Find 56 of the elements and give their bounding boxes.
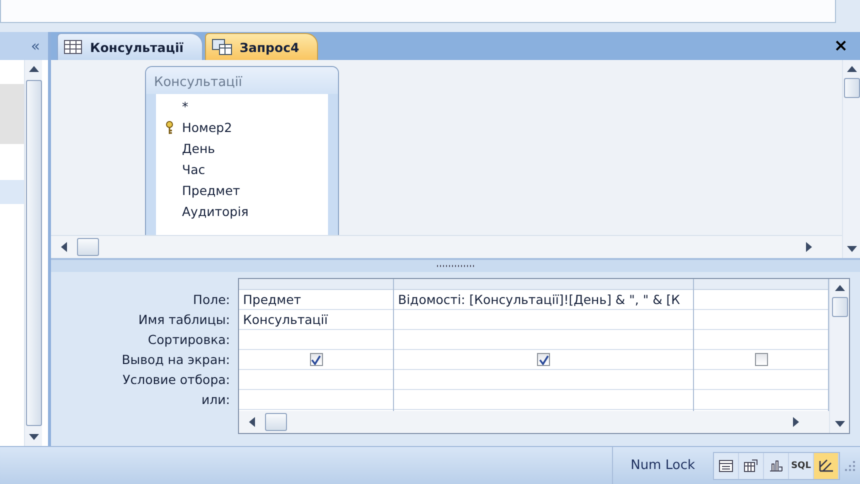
scroll-thumb[interactable] <box>265 413 287 431</box>
column-selector[interactable] <box>694 279 828 290</box>
scroll-down-icon[interactable] <box>846 246 856 252</box>
field-name[interactable]: Предмет <box>182 183 240 198</box>
scroll-thumb[interactable] <box>77 238 99 256</box>
pivot-table-icon <box>744 459 758 472</box>
grid-cell[interactable]: Відомості: [Консультації]![День] & ", " & [К <box>394 290 693 310</box>
row-label: Сортировка: <box>146 331 230 349</box>
resize-grip-icon[interactable] <box>844 460 856 472</box>
design-icon <box>818 459 834 472</box>
scroll-left-icon[interactable] <box>249 417 255 427</box>
vertical-scrollbar[interactable] <box>829 279 849 433</box>
scroll-up-icon[interactable] <box>846 66 856 72</box>
scroll-up-icon[interactable] <box>28 66 38 72</box>
document-tab[interactable]: Консультації <box>57 33 203 60</box>
scroll-right-icon[interactable] <box>793 417 799 427</box>
scroll-up-icon[interactable] <box>834 285 844 291</box>
field-list-window[interactable]: Консультації * Номер2 День Час Предмет Аудиторія <box>145 66 339 235</box>
row-label: Вывод на экран: <box>120 351 230 369</box>
scroll-right-icon[interactable] <box>806 242 812 252</box>
row-label: Имя таблицы: <box>137 311 230 329</box>
document-tab[interactable]: Запрос4 <box>204 33 318 60</box>
query-icon <box>212 39 232 55</box>
scroll-thumb[interactable] <box>832 297 848 317</box>
row-label: Условие отбора: <box>122 371 230 389</box>
column-selector[interactable] <box>394 279 693 290</box>
field-name[interactable]: Номер2 <box>182 120 232 135</box>
pane-splitter[interactable] <box>51 258 860 272</box>
row-label: или: <box>200 391 230 409</box>
field-name[interactable]: День <box>182 141 215 156</box>
status-text: Num Lock <box>630 458 696 473</box>
pivot-chart-icon <box>769 459 783 472</box>
horizontal-scrollbar[interactable] <box>51 235 842 258</box>
column-selector[interactable] <box>239 279 393 290</box>
grid-cell[interactable]: Консультації <box>239 310 393 330</box>
table-icon <box>64 40 82 54</box>
checkbox[interactable] <box>310 353 322 366</box>
checkbox[interactable] <box>754 353 768 366</box>
vertical-scrollbar[interactable] <box>24 60 42 446</box>
scroll-down-icon[interactable] <box>834 421 844 427</box>
scroll-thumb[interactable] <box>26 80 42 426</box>
field-name[interactable]: Час <box>182 162 206 177</box>
scroll-down-icon[interactable] <box>28 434 38 440</box>
field-name[interactable]: * <box>182 99 188 114</box>
scroll-left-icon[interactable] <box>61 242 67 252</box>
field-name[interactable]: Аудиторія <box>182 204 249 219</box>
field-list-title: Консультації <box>146 67 338 94</box>
horizontal-scrollbar[interactable] <box>239 411 829 433</box>
scroll-thumb[interactable] <box>844 78 860 98</box>
close-button[interactable]: × <box>822 36 860 56</box>
datasheet-icon <box>719 460 733 472</box>
grid-cell[interactable]: Предмет <box>239 290 393 310</box>
row-label: Поле: <box>192 291 230 309</box>
view-button[interactable] <box>814 452 839 478</box>
vertical-scrollbar[interactable] <box>842 60 860 258</box>
checkbox[interactable] <box>537 353 550 366</box>
